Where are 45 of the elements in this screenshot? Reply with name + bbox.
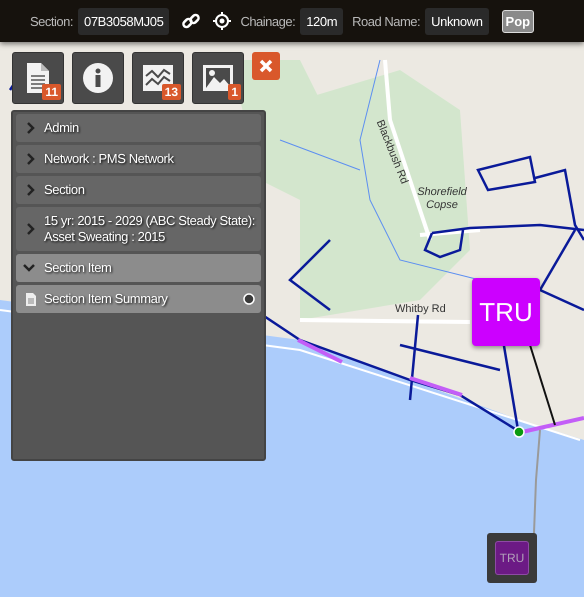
toolbar-button[interactable]: 1 [192, 52, 244, 104]
chevron-down-icon [22, 263, 36, 273]
map-label: Whitby Rd [395, 303, 446, 315]
close-button[interactable] [252, 52, 280, 80]
chainage-label: Chainage: [240, 14, 296, 28]
sub-item[interactable]: Section Item Summary [16, 285, 261, 313]
road-name-label: Road Name: [352, 14, 420, 28]
toolbar-button[interactable]: 13 [132, 52, 184, 104]
marker-label: TRU [495, 541, 529, 575]
accordion-item[interactable]: Section [16, 176, 261, 204]
close-icon [259, 59, 273, 73]
item-label: Admin [44, 120, 79, 136]
link-icon[interactable] [182, 12, 200, 30]
item-label: Section Item [44, 260, 112, 276]
document-icon [26, 292, 36, 306]
item-label: Section Item Summary [44, 291, 169, 307]
accordion-item[interactable]: Section Item [16, 254, 261, 282]
radio-icon [243, 293, 255, 305]
chevron-right-icon [26, 152, 36, 166]
section-label: Section: [30, 14, 73, 28]
target-icon[interactable] [213, 12, 232, 30]
pop-button[interactable]: Pop [502, 10, 534, 32]
count-badge: 13 [162, 84, 181, 100]
chainage-value: 120m [300, 8, 344, 34]
location-dot-icon [513, 426, 525, 438]
count-badge: 1 [228, 84, 241, 100]
road-name-value: Unknown [425, 8, 489, 34]
map-label: Shorefield Copse [416, 186, 468, 212]
section-value: 07B3058MJ05 [78, 8, 170, 34]
toolbar-button[interactable]: 11 [12, 52, 64, 104]
toolbar-button[interactable] [72, 52, 124, 104]
item-label: 15 yr: 2015 - 2029 (ABC Steady State): Asset Sweating : 2015 [44, 213, 255, 245]
accordion-item[interactable]: Admin [16, 114, 261, 142]
accordion-item[interactable]: Network : PMS Network [16, 145, 261, 173]
item-label: Section [44, 182, 85, 198]
count-badge: 11 [42, 84, 61, 100]
item-label: Network : PMS Network [44, 151, 174, 167]
map-marker[interactable]: TRU [472, 278, 540, 346]
image-icon [202, 64, 234, 92]
chevron-right-icon [26, 121, 36, 135]
accordion-item[interactable]: 15 yr: 2015 - 2029 (ABC Steady State): Asset Sweating : 2015 [16, 207, 261, 251]
info-icon [82, 62, 114, 94]
map-marker[interactable]: TRU [487, 533, 537, 583]
chevron-right-icon [26, 183, 36, 197]
chevron-right-icon [26, 222, 36, 236]
